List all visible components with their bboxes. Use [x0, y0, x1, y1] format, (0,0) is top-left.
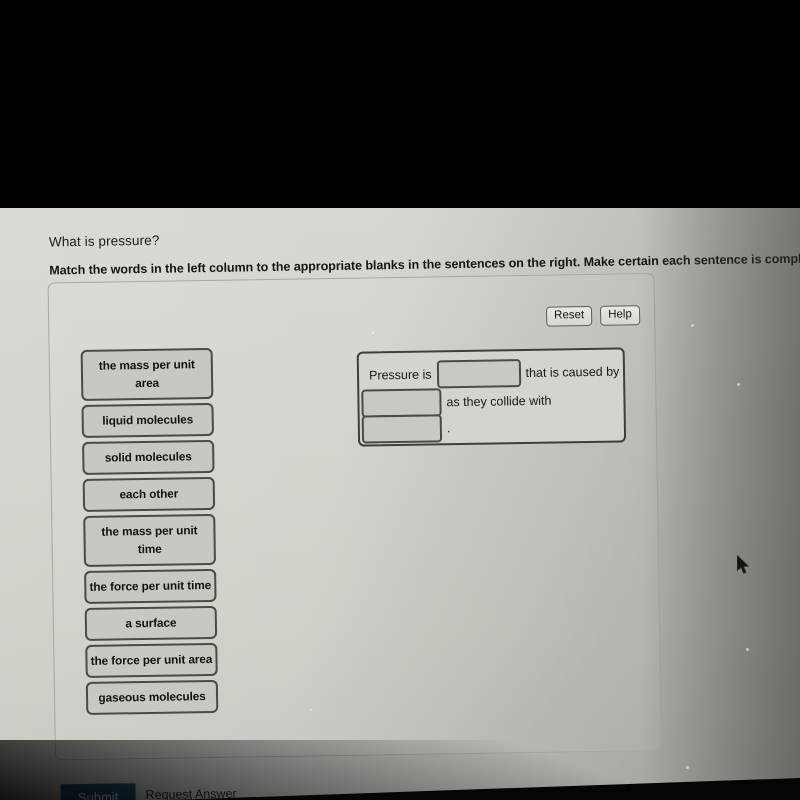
instructions-text: Match the words in the left column to th… — [49, 251, 800, 278]
sentence-lead-text: Pressure is — [368, 367, 432, 383]
word-bank-chip[interactable]: solid molecules — [82, 439, 215, 475]
word-bank-chip[interactable]: gaseous molecules — [85, 679, 219, 715]
submit-button[interactable]: Submit — [60, 783, 136, 800]
sentence-tail-text: as they collide with — [446, 393, 552, 410]
panel-button-group: Reset Help — [545, 305, 640, 327]
word-bank-chip[interactable]: each other — [82, 476, 216, 512]
drop-blank-2[interactable] — [361, 388, 442, 418]
word-bank-chip[interactable]: a surface — [84, 605, 218, 641]
page-content: What is pressure? Match the words in the… — [0, 0, 800, 800]
help-button[interactable]: Help — [600, 305, 640, 326]
reset-button[interactable]: Reset — [545, 305, 593, 327]
drop-blank-3[interactable] — [361, 414, 443, 444]
drop-blank-1[interactable] — [436, 359, 521, 389]
sentence-line-3: . — [361, 414, 456, 444]
sentence-mid-text: that is caused by — [525, 364, 620, 381]
sentence-line-1: Pressure is that is caused by — [364, 357, 625, 389]
word-bank-chip[interactable]: liquid molecules — [81, 402, 214, 438]
sentence-end-punctuation: . — [446, 421, 451, 436]
word-bank-chip[interactable]: the force per unit area — [85, 642, 218, 678]
sentence-line-2: as they collide with — [361, 387, 556, 418]
word-bank: the mass per unit area liquid molecules … — [80, 347, 219, 719]
word-bank-chip[interactable]: the mass per unit time — [83, 513, 216, 567]
page-title: What is pressure? — [48, 232, 160, 250]
sentence-drop-area: Pressure is that is caused by as they co… — [356, 347, 627, 447]
screenshot-root: What is pressure? Match the words in the… — [0, 0, 800, 800]
request-answer-link[interactable]: Request Answer — [145, 787, 236, 800]
word-bank-chip[interactable]: the mass per unit area — [80, 347, 214, 401]
word-bank-chip[interactable]: the force per unit time — [84, 568, 217, 604]
